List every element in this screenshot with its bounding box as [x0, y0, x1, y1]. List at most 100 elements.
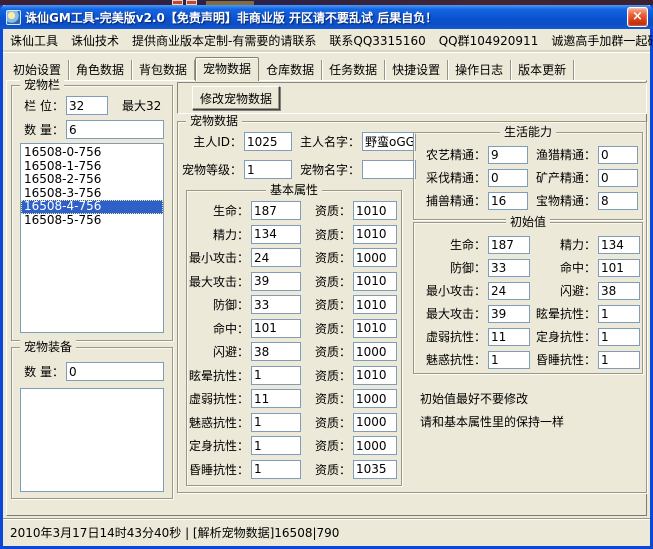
tab[interactable]: 宠物数据 — [195, 57, 259, 81]
menu-item[interactable]: 诛仙技术 — [71, 32, 119, 49]
attr-label: 眩晕抗性： — [189, 367, 249, 384]
initial-value-input[interactable] — [488, 328, 530, 346]
basic-attr-row: 眩晕抗性： 资质： — [189, 364, 399, 388]
attr-value-input[interactable] — [251, 389, 301, 408]
close-icon: × — [632, 9, 643, 24]
attr-value-input[interactable] — [251, 225, 301, 244]
attr-value-input[interactable] — [251, 366, 301, 385]
initial-value-input[interactable] — [598, 259, 640, 277]
menu-item[interactable]: 诚邀高手加群一起研究 — [551, 32, 653, 49]
screen: 诛仙GM工具-完美版v2.0【免责声明】非商业版 开区请不要乱试 后果自负！ ×… — [0, 0, 653, 549]
tab[interactable]: 仓库数据 — [259, 60, 322, 80]
tab[interactable]: 操作日志 — [448, 60, 511, 80]
attr-value-input[interactable] — [251, 272, 301, 291]
owner-name-input[interactable] — [362, 132, 416, 151]
initial-values-grid: 生命： 精力： 防御： — [420, 233, 640, 371]
close-button[interactable]: × — [627, 7, 648, 27]
life-skill-input[interactable] — [598, 192, 638, 210]
menu-item[interactable]: 联系QQ3315160 — [329, 32, 425, 49]
pet-list-item[interactable]: 16508-1-756 — [21, 160, 163, 174]
menu-item[interactable]: 提供商业版本定制-有需要的请联系 — [132, 32, 316, 49]
initial-value-label: 昏睡抗性： — [530, 351, 596, 368]
life-skill-label: 采伐精通： — [420, 169, 486, 186]
basic-attr-row: 防御： 资质： — [189, 293, 399, 317]
zizhi-label: 资质： — [307, 226, 351, 243]
attr-label: 精力： — [189, 226, 249, 243]
zizhi-value-input[interactable] — [353, 295, 397, 314]
pet-bar-group-title: 宠物栏 — [20, 78, 64, 92]
tab[interactable]: 初始设置 — [6, 60, 69, 80]
modify-pet-data-button[interactable]: 修改宠物数据 — [192, 86, 280, 110]
attr-value-input[interactable] — [251, 342, 301, 361]
attr-value-input[interactable] — [251, 413, 301, 432]
pet-listbox[interactable]: 16508-0-75616508-1-75616508-2-75616508-3… — [20, 143, 164, 333]
pet-level-input[interactable] — [244, 160, 292, 179]
attr-value-input[interactable] — [251, 436, 301, 455]
attr-value-input[interactable] — [251, 201, 301, 220]
initial-value-cell: 精力： — [530, 236, 640, 254]
tab[interactable]: 背包数据 — [132, 60, 195, 80]
slot-label: 栏 位： — [20, 97, 64, 114]
life-skill-input[interactable] — [598, 146, 638, 164]
pet-data-group: 宠物数据 主人ID： 主人名字： 宠物等级： 宠物名字： 基本属性 — [177, 121, 647, 493]
pet-list-item[interactable]: 16508-5-756 — [21, 214, 163, 228]
menu-item[interactable]: 诛仙工具 — [10, 32, 58, 49]
tab[interactable]: 角色数据 — [69, 60, 132, 80]
pet-list-item[interactable]: 16508-4-756 — [21, 200, 163, 214]
pet-level-label: 宠物等级： — [180, 161, 242, 178]
owner-id-input[interactable] — [244, 132, 292, 151]
initial-value-input[interactable] — [598, 282, 640, 300]
zizhi-label: 资质： — [307, 296, 351, 313]
basic-attrs-group: 基本属性 生命： 资质： 精力： — [186, 190, 402, 486]
life-skill-input[interactable] — [488, 146, 528, 164]
pet-count-input[interactable] — [66, 120, 164, 139]
tab-strip: 初始设置角色数据背包数据宠物数据仓库数据任务数据快捷设置操作日志版本更新 — [6, 57, 647, 80]
life-skill-input[interactable] — [598, 169, 638, 187]
initial-value-input[interactable] — [598, 236, 640, 254]
initial-value-input[interactable] — [598, 328, 640, 346]
life-skill-label: 矿产精通： — [530, 169, 596, 186]
initial-value-input[interactable] — [598, 351, 640, 369]
initial-value-input[interactable] — [488, 259, 530, 277]
menu-item[interactable]: QQ群104920911 — [439, 32, 539, 49]
initial-value-input[interactable] — [488, 236, 530, 254]
life-skill-input[interactable] — [488, 169, 528, 187]
attr-value-input[interactable] — [251, 295, 301, 314]
zizhi-value-input[interactable] — [353, 248, 397, 267]
zizhi-value-input[interactable] — [353, 389, 397, 408]
zizhi-label: 资质： — [307, 390, 351, 407]
attr-label: 昏睡抗性： — [189, 461, 249, 478]
owner-name-label: 主人名字： — [298, 133, 360, 150]
zizhi-value-input[interactable] — [353, 272, 397, 291]
pet-name-input[interactable] — [362, 160, 416, 179]
zizhi-value-input[interactable] — [353, 366, 397, 385]
initial-value-input[interactable] — [598, 305, 640, 323]
attr-value-input[interactable] — [251, 248, 301, 267]
equip-count-input[interactable] — [66, 362, 164, 381]
zizhi-value-input[interactable] — [353, 460, 397, 479]
zizhi-value-input[interactable] — [353, 201, 397, 220]
zizhi-value-input[interactable] — [353, 342, 397, 361]
attr-value-input[interactable] — [251, 319, 301, 338]
pet-list-item[interactable]: 16508-0-756 — [21, 146, 163, 160]
equip-listbox[interactable] — [20, 388, 164, 492]
tab[interactable]: 任务数据 — [322, 60, 385, 80]
life-skills-group: 生活能力 农艺精通： 渔猎精通： — [413, 132, 643, 220]
slot-input[interactable] — [66, 96, 108, 115]
initial-value-input[interactable] — [488, 305, 530, 323]
app-icon — [6, 10, 21, 25]
initial-value-input[interactable] — [488, 351, 530, 369]
pet-bar-group: 宠物栏 栏 位： 最大32 数 量： 16508-0-75616508-1-75… — [11, 85, 173, 341]
attr-value-input[interactable] — [251, 460, 301, 479]
zizhi-value-input[interactable] — [353, 319, 397, 338]
life-skill-input[interactable] — [488, 192, 528, 210]
zizhi-value-input[interactable] — [353, 225, 397, 244]
tab[interactable]: 快捷设置 — [385, 60, 448, 80]
zizhi-value-input[interactable] — [353, 436, 397, 455]
pet-list-item[interactable]: 16508-3-756 — [21, 187, 163, 201]
pet-list-item[interactable]: 16508-2-756 — [21, 173, 163, 187]
tab[interactable]: 版本更新 — [511, 60, 574, 80]
zizhi-label: 资质： — [307, 414, 351, 431]
initial-value-input[interactable] — [488, 282, 530, 300]
zizhi-value-input[interactable] — [353, 413, 397, 432]
